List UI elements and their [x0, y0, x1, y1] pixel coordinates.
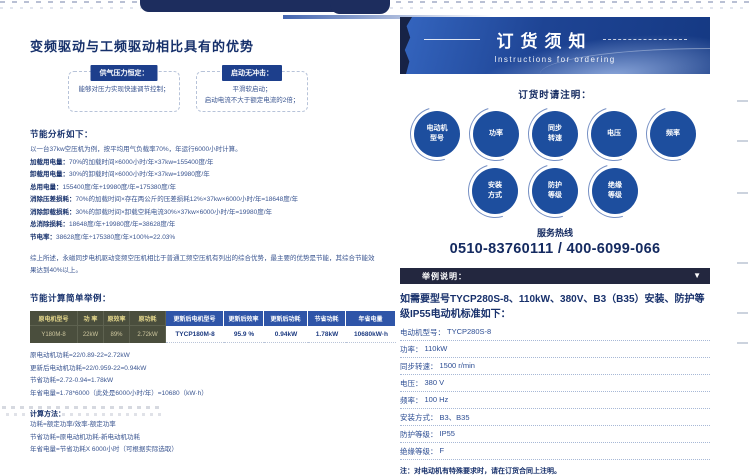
calc-line: 更新后电动机功耗=22/0.959-22=0.94kW	[30, 363, 395, 376]
spec-row: 频率：100 Hz	[400, 392, 710, 409]
spec-row: 防护等级：IP55	[400, 426, 710, 443]
advantage-box-header: 启动无冲击：	[222, 65, 282, 81]
spec-row: 安装方式：B3、B35	[400, 409, 710, 426]
analysis-line: 消除压差损耗：70%的加载时间×存在两公斤的压差损耗12%×37kw×6000小…	[30, 194, 395, 207]
badges-row-1: 电动机 型号 功率 同步 转速 电压 频率	[400, 111, 710, 157]
spec-note: 注：对电动机有特殊要求时，请在订货合同上注明。	[400, 466, 710, 476]
example-bar-title: 举例说明：	[422, 271, 467, 282]
spec-list: 电动机型号：TYCP280S-8 功率：110kW 同步转速：1500 r/mi…	[400, 324, 710, 460]
calc-line: 年省电量=1.78*6000（此处是6000小时/年）=10680（kW·h）	[30, 388, 395, 401]
analysis-summary: 综上所述，永磁同步电机驱动变频空压机相比于普通工频空压机有列出的综合优势，最主要…	[30, 253, 375, 276]
banner-line-left	[424, 39, 480, 40]
analysis-line: 消除卸载损耗：30%的卸载时间×卸载空耗电流30%×37kw×6000小时/年=…	[30, 207, 395, 220]
edge-artifact	[737, 192, 748, 194]
spec-row: 电压：380 V	[400, 375, 710, 392]
table-header-cell: 原功耗	[130, 311, 166, 326]
table-header-cell: 年省电量	[346, 311, 396, 326]
example-description: 如需要型号TYCP280S-8、110kW、380V、B3（B35）安装、防护等…	[400, 292, 710, 322]
analysis-line: 加载用电量：70%的加载时间×6000小时/年×37kw=155400度/年	[30, 157, 395, 170]
calc-line: 节省功耗=2.72-0.94=1.78kW	[30, 375, 395, 388]
table-header-cell: 更新后电机型号	[166, 311, 224, 326]
advantage-box-softstart: 启动无冲击： 平滑软启动； 启动电流不大于额定电流的2倍；	[196, 71, 308, 112]
banner-title-row: 订货须知	[424, 27, 687, 52]
chevron-down-icon[interactable]: ▼	[693, 272, 702, 280]
example-heading: 节能计算简单举例：	[30, 292, 395, 304]
table-cell: 1.78kW	[308, 326, 346, 343]
badge-sync-speed: 同步 转速	[532, 111, 578, 157]
spec-row: 同步转速：1500 r/min	[400, 358, 710, 375]
hotline-numbers: 0510-83760111 / 400-6099-066	[400, 241, 710, 257]
method-line: 节省功耗=原电动机功耗-新电动机功耗	[30, 432, 395, 445]
table-header-cell: 节省功耗	[308, 311, 346, 326]
badge-motor-model: 电动机 型号	[414, 111, 460, 157]
table-cell: Y180M-8	[30, 326, 78, 343]
analysis-line: 总用电量：155400度/年+19980度/年=175380度/年	[30, 182, 395, 195]
advantage-box-header: 供气压力恒定：	[91, 65, 158, 81]
spec-row: 电动机型号：TYCP280S-8	[400, 324, 710, 341]
table-header-cell: 原效率	[104, 311, 130, 326]
table-header-cell: 更新后功耗	[264, 311, 308, 326]
top-torn-strip	[0, 0, 750, 16]
analysis-lines: 加载用电量：70%的加载时间×6000小时/年×37kw=155400度/年 卸…	[30, 157, 395, 245]
method-line: 年省电量=节省功耗X 6000小时（可根据实际选取）	[30, 444, 395, 457]
advantage-box-pressure: 供气压力恒定： 能够对压力实现快速调节控制；	[68, 71, 180, 112]
advantage-box-body: 能够对压力实现快速调节控制；	[74, 84, 174, 95]
advantage-box-body: 平滑软启动； 启动电流不大于额定电流的2倍；	[202, 84, 302, 106]
ordering-section: 订货须知 Instructions for ordering 订货时请注明： 电…	[400, 17, 710, 476]
method-line: 功耗=额定功率/效率-额定功率	[30, 419, 395, 432]
top-navy-blob	[330, 0, 390, 14]
spec-row: 功率：110kW	[400, 341, 710, 358]
badge-insulation: 绝缘 等级	[592, 168, 638, 214]
edge-artifact	[737, 100, 748, 102]
table-header-cell: 更新后效率	[224, 311, 264, 326]
edge-artifact	[737, 312, 748, 314]
badge-protection: 防护 等级	[532, 168, 578, 214]
analysis-heading: 节能分析如下：	[30, 128, 395, 140]
advantage-boxes: 供气压力恒定： 能够对压力实现快速调节控制； 启动无冲击： 平滑软启动； 启动电…	[68, 71, 395, 112]
table-cell: 10680kW·h	[346, 326, 396, 343]
page-title: 变频驱动与工频驱动相比具有的优势	[30, 36, 395, 55]
edge-artifact	[737, 262, 748, 264]
table-cell: 89%	[104, 326, 130, 343]
table-cell: 2.72kW	[130, 326, 166, 343]
banner-line-right	[603, 39, 687, 40]
spec-row: 绝缘等级：F	[400, 443, 710, 460]
hotline-label: 服务热线	[400, 226, 710, 239]
table-header-cell: 功 率	[78, 311, 104, 326]
bottom-noise-artifact	[2, 404, 162, 418]
badges-row-2: 安装 方式 防护 等级 绝缘 等级	[400, 168, 710, 214]
analysis-intro: 以一台37kw空压机为例，按平均用气负载率70%，年运行6000小时计算。	[30, 144, 395, 157]
order-note-heading: 订货时请注明：	[400, 87, 710, 101]
ordering-banner: 订货须知 Instructions for ordering	[400, 17, 710, 74]
badge-voltage: 电压	[591, 111, 637, 157]
badge-mounting: 安装 方式	[472, 168, 518, 214]
calc-line: 原电动机功耗=22/0.89-22=2.72kW	[30, 350, 395, 363]
analysis-line: 总消除损耗：18648度/年+19980度/年=38628度/年	[30, 219, 395, 232]
badge-frequency: 频率	[650, 111, 696, 157]
table-cell: TYCP180M-8	[166, 326, 224, 343]
table-cell: 22kW	[78, 326, 104, 343]
table-cell: 95.9 %	[224, 326, 264, 343]
edge-artifact	[737, 140, 748, 142]
banner-title: 订货须知	[490, 27, 593, 52]
analysis-line: 节电率：38628度/年÷175380度/年×100%=22.03%	[30, 232, 395, 245]
banner-subtitle: Instructions for ordering	[494, 55, 616, 64]
advantages-section: 变频驱动与工频驱动相比具有的优势 供气压力恒定： 能够对压力实现快速调节控制； …	[30, 36, 395, 457]
table-header-cell: 原电机型号	[30, 311, 78, 326]
edge-artifact	[737, 342, 748, 344]
method-lines: 功耗=额定功率/效率-额定功率 节省功耗=原电动机功耗-新电动机功耗 年省电量=…	[30, 419, 395, 457]
energy-saving-table: 原电机型号 功 率 原效率 原功耗 更新后电机型号 更新后效率 更新后功耗 节省…	[30, 311, 395, 343]
analysis-line: 卸载用电量：30%的卸载时间×6000小时/年×37kw=19980度/年	[30, 169, 395, 182]
calc-lines: 原电动机功耗=22/0.89-22=2.72kW 更新后电动机功耗=22/0.9…	[30, 350, 395, 400]
badge-power: 功率	[473, 111, 519, 157]
table-cell: 0.94kW	[264, 326, 308, 343]
example-collapsible-header[interactable]: 举例说明： ▼	[400, 268, 710, 284]
